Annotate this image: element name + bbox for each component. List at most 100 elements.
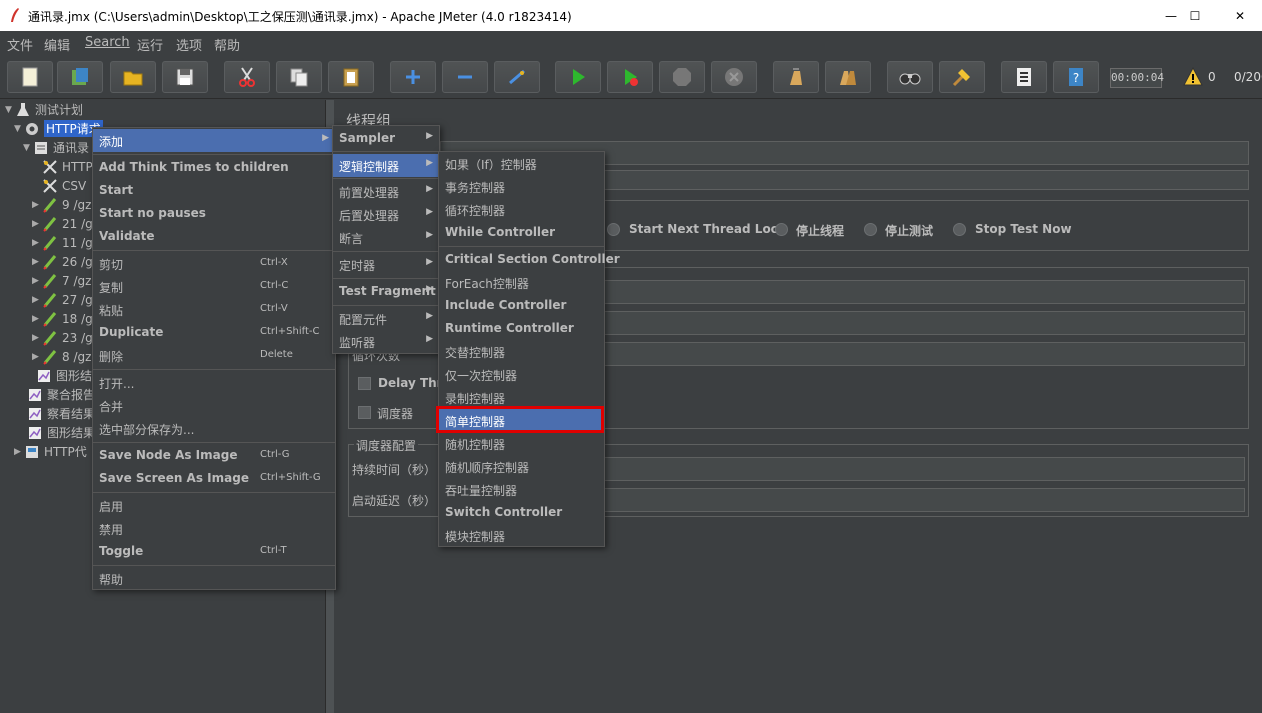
tree-node-http-request[interactable]: ▼ HTTP请求 <box>14 119 103 138</box>
menu-item-start-no-pauses[interactable]: Start no pauses <box>93 202 335 225</box>
menu-item-save-screen-image[interactable]: Save Screen As Image Ctrl+Shift-G <box>93 467 335 490</box>
menu-item-transaction-controller[interactable]: 事务控制器 <box>439 175 604 198</box>
delay-thread-checkbox[interactable] <box>358 377 371 390</box>
menu-item-interleave-controller[interactable]: 交替控制器 <box>439 340 604 363</box>
tree-node-sampler[interactable]: ▶ 23 /g <box>32 328 93 347</box>
tree-node-test-plan[interactable]: ▼ 测试计划 <box>5 100 83 119</box>
menu-item-merge[interactable]: 合并 <box>93 394 335 417</box>
open-button[interactable] <box>110 61 156 93</box>
new-icon <box>22 67 38 87</box>
tree-node-listener[interactable]: 察看结果 <box>27 404 95 423</box>
tree-node-sampler[interactable]: ▶ 7 /gzl <box>32 271 95 290</box>
tree-node-thread-group[interactable]: ▼ 通讯录 <box>23 138 89 157</box>
radio-stop-test-now[interactable] <box>953 223 966 236</box>
tree-node-sampler[interactable]: ▶ 18 /g <box>32 309 93 328</box>
tree-node-listener[interactable]: 图形结 <box>36 366 92 385</box>
tree-node-sampler[interactable]: ▶ 26 /g <box>32 252 93 271</box>
tree-node-sampler[interactable]: ▶ 21 /g <box>32 214 93 233</box>
menu-item-config-element[interactable]: 配置元件 ▶ <box>333 307 439 330</box>
menu-item-save-node-image[interactable]: Save Node As Image Ctrl-G <box>93 444 335 467</box>
shutdown-button[interactable] <box>711 61 757 93</box>
menu-item-include-controller[interactable]: Include Controller <box>439 294 604 317</box>
menu-file[interactable]: 文件 <box>7 35 33 54</box>
menu-item-once-only-controller[interactable]: 仅一次控制器 <box>439 363 604 386</box>
menu-item-save-selection[interactable]: 选中部分保存为... <box>93 417 335 440</box>
paste-button[interactable] <box>328 61 374 93</box>
menu-item-add-think-times[interactable]: Add Think Times to children <box>93 156 335 179</box>
maximize-button[interactable]: ☐ <box>1172 0 1218 31</box>
scheduler-checkbox[interactable] <box>358 406 371 419</box>
menu-item-paste[interactable]: 粘贴 Ctrl-V <box>93 298 335 321</box>
menu-item-enable[interactable]: 启用 <box>93 494 335 517</box>
tree-node-sampler[interactable]: ▶ 11 /g <box>32 233 93 252</box>
new-button[interactable] <box>7 61 53 93</box>
tree-node-csv[interactable]: CSV <box>42 176 86 195</box>
menu-item-add[interactable]: 添加 ▶ <box>93 129 335 152</box>
templates-button[interactable] <box>57 61 103 93</box>
toolbar: ? <box>0 55 1262 99</box>
tree-node-sampler[interactable]: ▶ 9 /gzl <box>32 195 95 214</box>
save-button[interactable] <box>162 61 208 93</box>
menu-item-toggle[interactable]: Toggle Ctrl-T <box>93 540 335 563</box>
menu-options[interactable]: 选项 <box>176 35 202 54</box>
tree-node-http-defaults[interactable]: HTTP <box>42 157 93 176</box>
menu-item-cut[interactable]: 剪切 Ctrl-X <box>93 252 335 275</box>
menu-item-critical-section-controller[interactable]: Critical Section Controller <box>439 248 620 271</box>
toggle-button[interactable] <box>494 61 540 93</box>
cut-button[interactable] <box>224 61 270 93</box>
tree-node-listener[interactable]: 聚合报告 <box>27 385 95 404</box>
menu-item-timer[interactable]: 定时器 ▶ <box>333 253 439 276</box>
menu-item-runtime-controller[interactable]: Runtime Controller <box>439 317 604 340</box>
function-helper-button[interactable] <box>1001 61 1047 93</box>
search-button[interactable] <box>887 61 933 93</box>
start-button[interactable] <box>555 61 601 93</box>
help-button[interactable]: ? <box>1053 61 1099 93</box>
menu-item-if-controller[interactable]: 如果（If）控制器 <box>439 152 604 175</box>
menu-run[interactable]: 运行 <box>137 35 163 54</box>
menu-item-sampler[interactable]: Sampler ▶ <box>333 127 439 150</box>
close-button[interactable]: ✕ <box>1217 0 1262 31</box>
menu-item-module-controller[interactable]: 模块控制器 <box>439 524 604 547</box>
menu-help[interactable]: 帮助 <box>214 35 240 54</box>
menu-item-assertion[interactable]: 断言 ▶ <box>333 226 439 249</box>
expand-all-button[interactable] <box>390 61 436 93</box>
menu-item-logic-controller[interactable]: 逻辑控制器 ▶ <box>333 154 439 177</box>
tree-node-listener[interactable]: 图形结果 <box>27 423 95 442</box>
start-no-pause-button[interactable] <box>607 61 653 93</box>
tree-node-proxy[interactable]: ▶ HTTP代 <box>14 442 87 461</box>
menu-search[interactable]: Search <box>85 35 130 50</box>
warning-icon[interactable] <box>1183 67 1203 87</box>
menu-item-throughput-controller[interactable]: 吞吐量控制器 <box>439 478 604 501</box>
radio-start-next-loop[interactable] <box>607 223 620 236</box>
menu-item-duplicate[interactable]: Duplicate Ctrl+Shift-C <box>93 321 335 344</box>
menu-item-random-controller[interactable]: 随机控制器 <box>439 432 604 455</box>
clear-button[interactable] <box>773 61 819 93</box>
sampler-icon <box>43 311 57 327</box>
menu-item-validate[interactable]: Validate <box>93 225 335 248</box>
menu-item-open[interactable]: 打开... <box>93 371 335 394</box>
menu-item-random-order-controller[interactable]: 随机顺序控制器 <box>439 455 604 478</box>
menu-edit[interactable]: 编辑 <box>44 35 70 54</box>
tree-node-sampler[interactable]: ▶ 27 /g <box>32 290 93 309</box>
menu-item-test-fragment[interactable]: Test Fragment ▶ <box>333 280 439 303</box>
stop-button[interactable] <box>659 61 705 93</box>
menu-item-loop-controller[interactable]: 循环控制器 <box>439 198 604 221</box>
menu-item-help[interactable]: 帮助 <box>93 567 335 590</box>
menu-item-copy[interactable]: 复制 Ctrl-C <box>93 275 335 298</box>
radio-stop-test[interactable] <box>864 223 877 236</box>
copy-button[interactable] <box>276 61 322 93</box>
reset-search-button[interactable] <box>939 61 985 93</box>
collapse-all-button[interactable] <box>442 61 488 93</box>
menu-item-switch-controller[interactable]: Switch Controller <box>439 501 604 524</box>
menu-item-while-controller[interactable]: While Controller <box>439 221 604 244</box>
radio-stop-thread[interactable] <box>775 223 788 236</box>
clear-all-button[interactable] <box>825 61 871 93</box>
menu-item-delete[interactable]: 删除 Delete <box>93 344 335 367</box>
menu-item-foreach-controller[interactable]: ForEach控制器 <box>439 271 604 294</box>
tree-node-sampler[interactable]: ▶ 8 /gzl <box>32 347 95 366</box>
menu-item-disable[interactable]: 禁用 <box>93 517 335 540</box>
menu-item-start[interactable]: Start <box>93 179 335 202</box>
menu-item-post-processor[interactable]: 后置处理器 ▶ <box>333 203 439 226</box>
menu-item-listener[interactable]: 监听器 ▶ <box>333 330 439 353</box>
menu-item-pre-processor[interactable]: 前置处理器 ▶ <box>333 180 439 203</box>
